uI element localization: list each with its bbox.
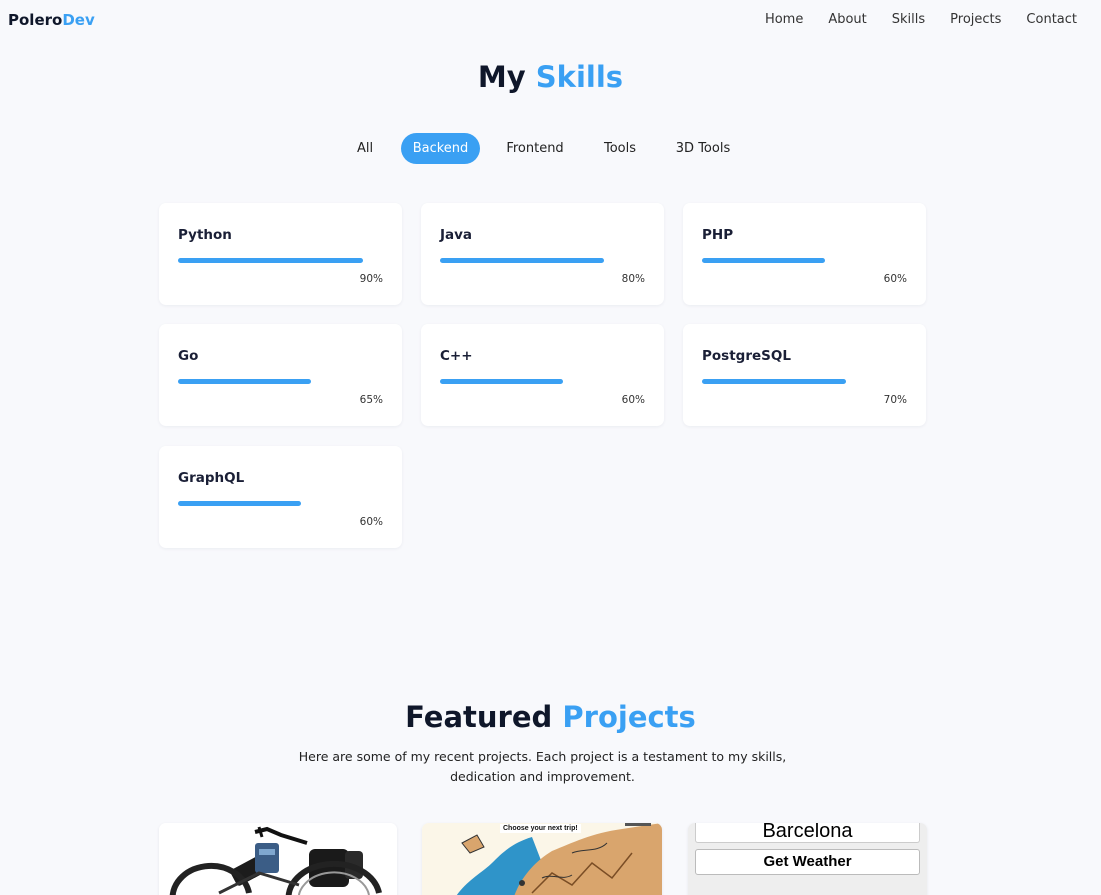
skill-card-python: Python 90% — [159, 203, 402, 305]
nav-links: Home About Skills Projects Contact — [740, 12, 1077, 27]
weather-city-field: Barcelona — [695, 823, 920, 843]
skills-title-accent: Skills — [535, 60, 624, 94]
skill-progress-bar — [440, 258, 604, 263]
skill-card-java: Java 80% — [421, 203, 664, 305]
skill-card-go: Go 65% — [159, 324, 402, 426]
project-card-bike[interactable] — [159, 823, 397, 895]
skill-percent: 60% — [621, 394, 645, 406]
skill-percent: 60% — [359, 516, 383, 528]
skill-name: PHP — [702, 227, 734, 243]
skill-name: C++ — [440, 348, 473, 364]
skill-progress-bar — [440, 379, 563, 384]
skill-filter-tabs: All Backend Frontend Tools 3D Tools — [0, 133, 1101, 164]
project-card-weather[interactable]: Barcelona Get Weather — [688, 823, 927, 895]
logo-main: Polero — [8, 11, 63, 29]
skill-percent: 65% — [359, 394, 383, 406]
project-card-trip-map[interactable]: Choose your next trip! — [422, 823, 662, 895]
skills-title-main: My — [477, 60, 526, 94]
skill-progress-bar — [702, 379, 846, 384]
skill-name: GraphQL — [178, 470, 245, 486]
filter-tab-all[interactable]: All — [348, 133, 382, 164]
nav-link-skills[interactable]: Skills — [892, 12, 925, 27]
projects-title: Featured Projects — [0, 700, 1101, 734]
skill-progress-bar — [178, 501, 301, 506]
nav-link-about[interactable]: About — [828, 12, 866, 27]
nav-link-contact[interactable]: Contact — [1026, 12, 1077, 27]
skill-card-graphql: GraphQL 60% — [159, 446, 402, 548]
skill-progress-bar — [178, 258, 363, 263]
skills-title: My Skills — [0, 60, 1101, 94]
map-project-image — [422, 823, 662, 895]
projects-title-main: Featured — [405, 700, 553, 734]
skill-name: Python — [178, 227, 232, 243]
skill-progress-bar — [178, 379, 311, 384]
skill-name: PostgreSQL — [702, 348, 791, 364]
site-logo[interactable]: PoleroDev — [8, 11, 95, 29]
projects-title-accent: Projects — [562, 700, 696, 734]
filter-tab-frontend[interactable]: Frontend — [500, 133, 570, 164]
logo-accent: Dev — [62, 11, 95, 29]
filter-tab-backend[interactable]: Backend — [401, 133, 480, 164]
filter-tab-3d-tools[interactable]: 3D Tools — [668, 133, 738, 164]
skill-percent: 90% — [359, 273, 383, 285]
skill-percent: 60% — [883, 273, 907, 285]
skill-card-postgresql: PostgreSQL 70% — [683, 324, 926, 426]
skill-progress-bar — [702, 258, 825, 263]
skill-name: Java — [440, 227, 473, 243]
skill-name: Go — [178, 348, 199, 364]
bike-project-image — [159, 823, 397, 895]
nav-link-projects[interactable]: Projects — [950, 12, 1001, 27]
map-banner: Choose your next trip! — [500, 824, 581, 833]
projects-description: Here are some of my recent projects. Eac… — [298, 749, 787, 784]
skill-percent: 80% — [621, 273, 645, 285]
navbar: PoleroDev Home About Skills Projects Con… — [0, 0, 1101, 40]
nav-link-home[interactable]: Home — [765, 12, 803, 27]
skill-card-cpp: C++ 60% — [421, 324, 664, 426]
get-weather-button: Get Weather — [695, 849, 920, 875]
weather-icons — [748, 885, 868, 895]
skill-percent: 70% — [883, 394, 907, 406]
skill-card-php: PHP 60% — [683, 203, 926, 305]
filter-tab-tools[interactable]: Tools — [596, 133, 644, 164]
